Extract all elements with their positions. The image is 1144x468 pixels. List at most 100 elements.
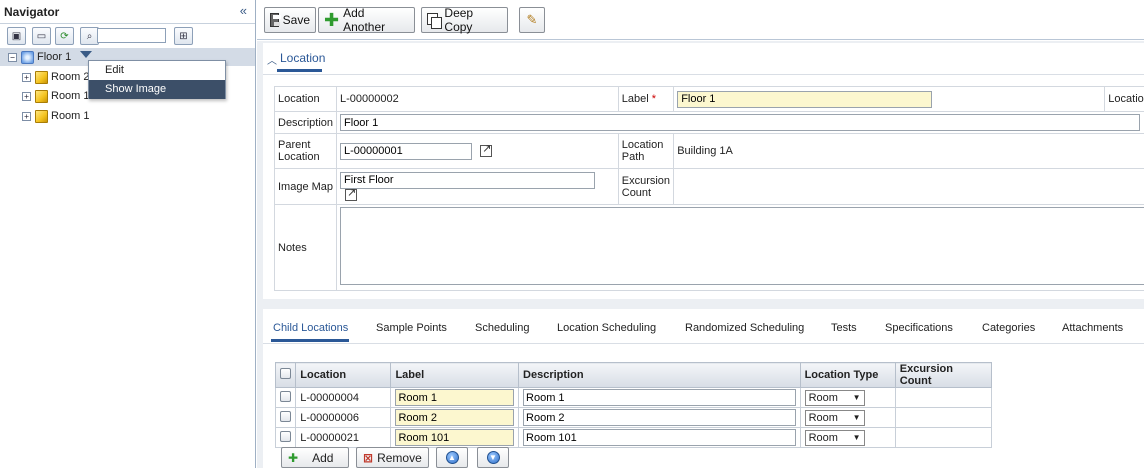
location-form: Location L-00000002 Label * Location Des… (273, 86, 1144, 291)
notes-field-label: Notes (273, 204, 338, 291)
table-row: L-00000021 Room ▼ (274, 427, 993, 448)
row-checkbox[interactable] (280, 430, 291, 442)
main-toolbar: Save ✚ Add Another Deep Copy ✎ (257, 0, 1144, 40)
room-cube-icon (35, 70, 48, 84)
move-down-button[interactable]: ▼ (477, 447, 509, 468)
refresh-icon[interactable]: ⟳ (55, 27, 74, 45)
excursion-count-field-label: Excursion Count (617, 168, 675, 205)
expand-node-icon[interactable]: + (22, 111, 31, 121)
collapse-all-icon[interactable]: ▭ (32, 27, 51, 45)
row-checkbox[interactable] (280, 390, 291, 402)
row-location-type-value: Room (808, 391, 838, 404)
excursion-count-value (673, 168, 1144, 205)
main-area: ︿ Location Location L-00000002 Label * L… (257, 41, 1144, 468)
row-description-input[interactable] (523, 389, 796, 406)
row-checkbox[interactable] (280, 410, 291, 422)
tree-node-label: Room 2 (51, 71, 90, 83)
move-up-button[interactable]: ▲ (436, 447, 468, 468)
table-row: L-00000004 Room ▼ (274, 387, 993, 408)
required-marker: * (651, 93, 657, 105)
expand-node-icon[interactable]: + (22, 72, 31, 82)
column-header-excursion-count[interactable]: Excursion Count (894, 362, 993, 388)
tab-scheduling[interactable]: Scheduling (475, 322, 529, 334)
tab-tests[interactable]: Tests (831, 322, 857, 334)
collapse-navigator-icon[interactable]: « (240, 3, 247, 18)
location-path-value: Building 1A (673, 133, 1144, 169)
tab-specifications[interactable]: Specifications (885, 322, 953, 334)
add-row-button[interactable]: ✚ Add (281, 447, 349, 468)
save-icon (270, 13, 281, 27)
row-location-type-select[interactable]: Room ▼ (804, 389, 865, 406)
edit-note-button[interactable]: ✎ (519, 7, 545, 33)
add-node-icon[interactable]: ⊞ (174, 27, 193, 45)
parent-location-input[interactable] (340, 142, 473, 160)
column-header-location[interactable]: Location (295, 362, 392, 388)
parent-location-field-label: Parent Location (273, 133, 338, 169)
navigator-panel: Navigator « ▣ ▭ ⟳ ⌕ ⊞ − Floor 1 + Room 2… (0, 0, 256, 468)
dropdown-arrow-icon: ▼ (852, 393, 861, 402)
column-header-label[interactable]: Label (390, 362, 520, 388)
save-button[interactable]: Save (264, 7, 316, 33)
node-menu-dropdown-icon[interactable] (80, 51, 92, 58)
tree-node-floor-1[interactable]: − Floor 1 (8, 49, 71, 65)
description-input[interactable] (340, 114, 1141, 131)
open-link-icon[interactable] (480, 142, 493, 158)
row-location-type-select[interactable]: Room ▼ (804, 429, 865, 446)
navigator-search-input[interactable] (97, 28, 166, 43)
row-label-input[interactable] (395, 429, 515, 446)
row-location-type-value: Room (808, 431, 838, 444)
table-row: L-00000006 Room ▼ (274, 407, 993, 428)
location-section-header[interactable]: ︿ Location (263, 43, 1144, 75)
tab-sample-points[interactable]: Sample Points (376, 322, 447, 334)
node-context-menu: Edit Show Image (88, 60, 226, 99)
tab-attachments[interactable]: Attachments (1062, 322, 1123, 334)
row-description-input[interactable] (523, 429, 796, 446)
expand-all-icon[interactable]: ▣ (7, 27, 26, 45)
add-row-label: Add (312, 450, 334, 465)
remove-icon: ⊠ (363, 450, 374, 465)
save-button-label: Save (282, 13, 310, 27)
select-all-checkbox[interactable] (280, 368, 291, 379)
chevron-up-icon[interactable]: ︿ (267, 52, 277, 67)
deep-copy-button[interactable]: Deep Copy (421, 6, 508, 34)
location-id-value: L-00000002 (336, 86, 619, 112)
open-link-icon[interactable] (345, 186, 358, 202)
row-label-input[interactable] (395, 389, 515, 406)
location-field-label: Location (273, 86, 338, 112)
image-map-input[interactable] (340, 171, 596, 189)
copy-icon (427, 13, 443, 29)
column-header-description[interactable]: Description (518, 362, 801, 388)
tab-randomized-scheduling[interactable]: Randomized Scheduling (685, 322, 804, 334)
tab-child-locations[interactable]: Child Locations (273, 322, 348, 334)
notes-textarea[interactable] (340, 207, 1144, 285)
expand-node-icon[interactable]: + (22, 91, 31, 101)
tab-categories[interactable]: Categories (982, 322, 1035, 334)
remove-row-button[interactable]: ⊠ Remove (356, 447, 429, 468)
room-cube-icon (35, 89, 48, 103)
location-right-label: Location (1104, 86, 1144, 112)
location-panel: ︿ Location Location L-00000002 Label * L… (263, 43, 1144, 299)
deep-copy-label: Deep Copy (444, 6, 474, 34)
row-excursion-count (894, 427, 993, 448)
image-map-field-label: Image Map (273, 168, 338, 205)
plus-icon: ✚ (324, 10, 340, 30)
row-description-input[interactable] (523, 409, 796, 426)
child-tabs: Child Locations Sample Points Scheduling… (263, 309, 1144, 344)
dropdown-arrow-icon: ▼ (852, 433, 861, 442)
add-another-button[interactable]: ✚ Add Another (318, 6, 415, 34)
tree-node-room-1[interactable]: + Room 1 (22, 108, 90, 124)
pencil-icon: ✎ (526, 12, 538, 27)
context-menu-show-image[interactable]: Show Image (89, 80, 225, 99)
row-location-type-select[interactable]: Room ▼ (804, 409, 865, 426)
tree-node-room-2[interactable]: + Room 2 (22, 69, 90, 85)
row-location-type-value: Room (808, 411, 838, 424)
row-excursion-count (894, 387, 993, 408)
row-label-input[interactable] (395, 409, 515, 426)
column-header-location-type[interactable]: Location Type (799, 362, 896, 388)
collapse-node-icon[interactable]: − (8, 52, 17, 62)
location-section-title: Location (280, 51, 326, 65)
arrow-down-icon: ▼ (486, 451, 500, 464)
label-input[interactable] (677, 90, 933, 108)
context-menu-edit[interactable]: Edit (89, 61, 225, 80)
tab-location-scheduling[interactable]: Location Scheduling (557, 322, 656, 334)
